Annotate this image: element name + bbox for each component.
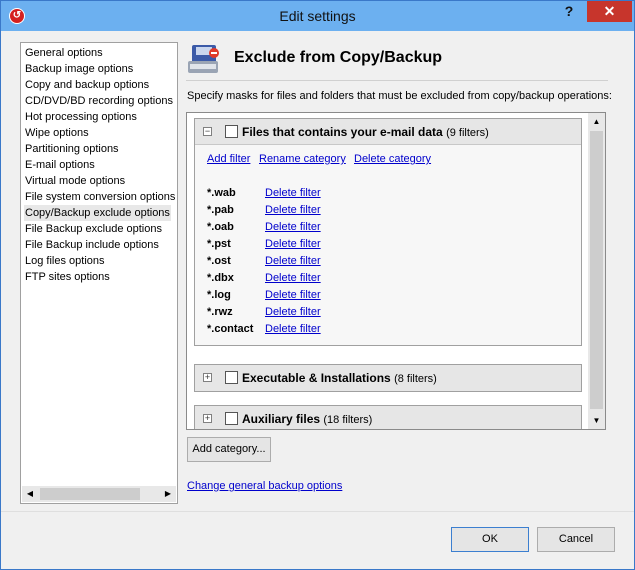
filter-mask: *.log <box>207 289 231 301</box>
delete-filter-link[interactable]: Delete filter <box>265 306 321 318</box>
filter-count: (18 filters) <box>323 414 373 426</box>
sidebar-item-hot-processing[interactable]: Hot processing options <box>24 109 138 125</box>
filter-count: (8 filters) <box>394 373 437 385</box>
category-checkbox[interactable] <box>225 125 238 138</box>
backup-drive-icon <box>188 45 219 73</box>
sidebar-item-file-backup-include[interactable]: File Backup include options <box>24 237 160 253</box>
add-filter-link[interactable]: Add filter <box>207 153 250 165</box>
sidebar-item-log-files[interactable]: Log files options <box>24 253 106 269</box>
expand-icon[interactable]: + <box>203 414 212 423</box>
change-general-backup-options-link[interactable]: Change general backup options <box>187 480 342 492</box>
delete-filter-link[interactable]: Delete filter <box>265 323 321 335</box>
description-text: Specify masks for files and folders that… <box>187 90 612 102</box>
sidebar-item-email[interactable]: E-mail options <box>24 157 96 173</box>
sidebar-item-ftp-sites[interactable]: FTP sites options <box>24 269 111 285</box>
sidebar-item-recording[interactable]: CD/DVD/BD recording options <box>24 93 174 109</box>
rename-category-link[interactable]: Rename category <box>259 153 346 165</box>
expand-icon[interactable]: + <box>203 373 212 382</box>
scroll-down-icon[interactable]: ▼ <box>588 412 605 429</box>
scroll-thumb[interactable] <box>40 488 140 500</box>
delete-category-link[interactable]: Delete category <box>354 153 431 165</box>
delete-filter-link[interactable]: Delete filter <box>265 204 321 216</box>
sidebar-item-file-backup-exclude[interactable]: File Backup exclude options <box>24 221 163 237</box>
category-email-data: − Files that contains your e-mail data (… <box>194 118 582 346</box>
filter-mask: *.dbx <box>207 272 234 284</box>
filter-mask: *.oab <box>207 221 234 233</box>
options-list[interactable]: General options Backup image options Cop… <box>20 42 178 504</box>
dialog-footer: OK Cancel <box>1 511 634 569</box>
filter-mask: *.pab <box>207 204 234 216</box>
category-checkbox[interactable] <box>225 371 238 384</box>
title-divider <box>186 80 608 81</box>
sidebar-item-fs-conversion[interactable]: File system conversion options <box>24 189 176 205</box>
sidebar-horizontal-scrollbar[interactable]: ◀ ▶ <box>22 486 176 502</box>
category-title: Executable & Installations (8 filters) <box>242 371 437 385</box>
category-title: Files that contains your e-mail data (9 … <box>242 125 489 139</box>
page-title: Exclude from Copy/Backup <box>234 49 443 66</box>
filter-mask: *.ost <box>207 255 231 267</box>
category-checkbox[interactable] <box>225 412 238 425</box>
ok-button[interactable]: OK <box>451 527 529 552</box>
sidebar-item-copy-backup-exclude[interactable]: Copy/Backup exclude options <box>24 205 171 221</box>
window-title: Edit settings <box>279 8 356 24</box>
panel-vertical-scrollbar[interactable]: ▲ ▼ <box>588 113 605 429</box>
close-button[interactable]: ✕ <box>587 1 632 22</box>
delete-filter-link[interactable]: Delete filter <box>265 187 321 199</box>
scroll-left-icon[interactable]: ◀ <box>22 486 38 502</box>
settings-content: General options Backup image options Cop… <box>9 31 626 511</box>
category-executables: + Executable & Installations (8 filters) <box>194 364 582 392</box>
filter-mask: *.contact <box>207 323 254 335</box>
title-bar[interactable]: ↺ Edit settings ? ✕ <box>1 1 634 31</box>
scroll-thumb[interactable] <box>590 131 603 409</box>
sidebar-item-general[interactable]: General options <box>24 45 104 61</box>
scroll-up-icon[interactable]: ▲ <box>588 113 605 130</box>
delete-filter-link[interactable]: Delete filter <box>265 289 321 301</box>
delete-filter-link[interactable]: Delete filter <box>265 255 321 267</box>
filter-mask: *.wab <box>207 187 236 199</box>
collapse-icon[interactable]: − <box>203 127 212 136</box>
delete-filter-link[interactable]: Delete filter <box>265 272 321 284</box>
sidebar-item-copy-backup[interactable]: Copy and backup options <box>24 77 150 93</box>
edit-settings-window: ↺ Edit settings ? ✕ General options Back… <box>0 0 635 570</box>
category-title: Auxiliary files (18 filters) <box>242 412 373 426</box>
filter-mask: *.pst <box>207 238 231 250</box>
delete-filter-link[interactable]: Delete filter <box>265 221 321 233</box>
category-header[interactable]: + Auxiliary files (18 filters) <box>195 406 581 429</box>
help-button[interactable]: ? <box>553 1 585 22</box>
sidebar-item-partitioning[interactable]: Partitioning options <box>24 141 120 157</box>
sidebar-item-backup-image[interactable]: Backup image options <box>24 61 134 77</box>
sidebar-item-virtual-mode[interactable]: Virtual mode options <box>24 173 126 189</box>
sidebar-item-wipe[interactable]: Wipe options <box>24 125 90 141</box>
category-header[interactable]: + Executable & Installations (8 filters) <box>195 365 581 391</box>
cancel-button[interactable]: Cancel <box>537 527 615 552</box>
category-list-panel[interactable]: − Files that contains your e-mail data (… <box>186 112 606 430</box>
scroll-right-icon[interactable]: ▶ <box>160 486 176 502</box>
category-header[interactable]: − Files that contains your e-mail data (… <box>195 119 581 145</box>
delete-filter-link[interactable]: Delete filter <box>265 238 321 250</box>
filter-mask: *.rwz <box>207 306 233 318</box>
add-category-button[interactable]: Add category... <box>187 437 271 462</box>
filter-count: (9 filters) <box>446 127 489 139</box>
category-auxiliary: + Auxiliary files (18 filters) <box>194 405 582 429</box>
